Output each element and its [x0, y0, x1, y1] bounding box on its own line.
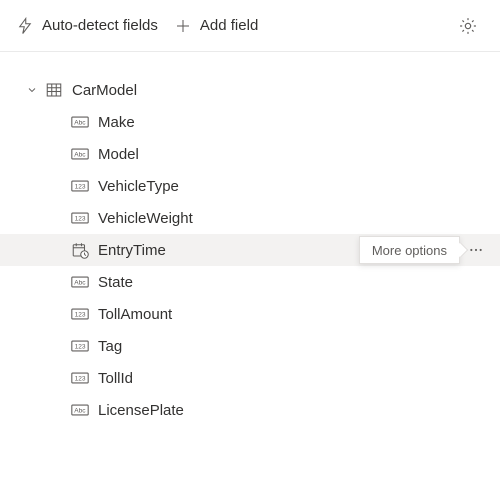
table-name-label: CarModel — [72, 82, 137, 99]
field-name-label: EntryTime — [98, 242, 166, 259]
field-row[interactable]: 123 Tag — [0, 330, 500, 362]
field-row[interactable]: 123 TollId — [0, 362, 500, 394]
flash-icon — [16, 17, 34, 35]
svg-text:123: 123 — [75, 343, 86, 350]
number-type-icon: 123 — [70, 179, 90, 193]
add-field-label: Add field — [200, 17, 258, 34]
fields-panel: Auto-detect fields Add field — [0, 0, 500, 503]
field-name-label: State — [98, 274, 133, 291]
number-type-icon: 123 — [70, 371, 90, 385]
field-name-label: Tag — [98, 338, 122, 355]
text-type-icon: Abc — [70, 275, 90, 289]
field-row[interactable]: 123 VehicleType — [0, 170, 500, 202]
field-row[interactable]: Abc State — [0, 266, 500, 298]
field-row[interactable]: Abc Make — [0, 106, 500, 138]
field-name-label: Make — [98, 114, 135, 131]
text-type-icon: Abc — [70, 403, 90, 417]
settings-button[interactable] — [452, 10, 484, 42]
more-options-tooltip: More options — [359, 236, 460, 264]
ellipsis-icon — [468, 242, 484, 258]
table-icon — [44, 81, 64, 99]
auto-detect-fields-label: Auto-detect fields — [42, 17, 158, 34]
auto-detect-fields-button[interactable]: Auto-detect fields — [16, 17, 158, 35]
svg-text:Abc: Abc — [74, 407, 86, 414]
gear-icon — [458, 16, 478, 36]
svg-text:Abc: Abc — [74, 119, 86, 126]
fields-tree: CarModel Abc Make Abc Model 123 VehicleT… — [0, 52, 500, 436]
field-name-label: TollId — [98, 370, 133, 387]
field-name-label: TollAmount — [98, 306, 172, 323]
text-type-icon: Abc — [70, 115, 90, 129]
field-row[interactable]: 123 TollAmount — [0, 298, 500, 330]
svg-text:123: 123 — [75, 183, 86, 190]
datetime-type-icon — [70, 241, 90, 259]
field-name-label: LicensePlate — [98, 402, 184, 419]
table-node[interactable]: CarModel — [0, 74, 500, 106]
field-name-label: Model — [98, 146, 139, 163]
plus-icon — [174, 17, 192, 35]
svg-text:Abc: Abc — [74, 151, 86, 158]
number-type-icon: 123 — [70, 307, 90, 321]
number-type-icon: 123 — [70, 339, 90, 353]
text-type-icon: Abc — [70, 147, 90, 161]
field-name-label: VehicleType — [98, 178, 179, 195]
svg-text:123: 123 — [75, 311, 86, 318]
svg-text:123: 123 — [75, 215, 86, 222]
chevron-down-icon — [24, 84, 40, 96]
add-field-button[interactable]: Add field — [174, 17, 258, 35]
field-row[interactable]: EntryTime More options — [0, 234, 500, 266]
tooltip-label: More options — [372, 243, 447, 258]
field-row[interactable]: 123 VehicleWeight — [0, 202, 500, 234]
toolbar: Auto-detect fields Add field — [0, 0, 500, 52]
field-row[interactable]: Abc LicensePlate — [0, 394, 500, 426]
number-type-icon: 123 — [70, 211, 90, 225]
svg-text:Abc: Abc — [74, 279, 86, 286]
svg-text:123: 123 — [75, 375, 86, 382]
field-row[interactable]: Abc Model — [0, 138, 500, 170]
field-name-label: VehicleWeight — [98, 210, 193, 227]
